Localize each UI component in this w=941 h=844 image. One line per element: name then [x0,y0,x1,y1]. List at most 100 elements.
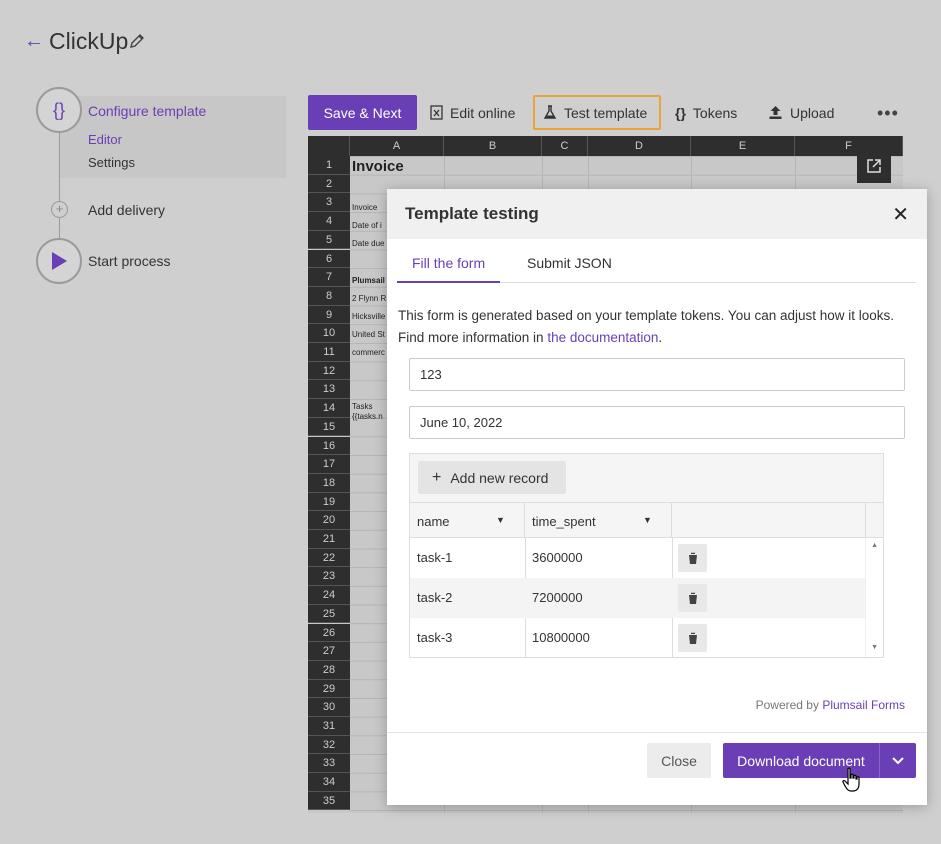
sub-item-editor[interactable]: Editor [88,132,122,147]
start-process-icon[interactable] [36,238,82,284]
number-field[interactable]: 123 [409,358,905,391]
row-number[interactable]: 15 [308,417,350,437]
close-button[interactable]: Close [647,743,711,778]
tab-fill-the-form[interactable]: Fill the form [397,239,501,283]
step-connector [59,218,60,240]
row-number[interactable]: 13 [308,380,350,400]
column-header[interactable]: C [542,136,588,156]
row-number[interactable]: 29 [308,679,350,699]
filter-icon[interactable]: ▼ [496,515,505,525]
documentation-link[interactable]: the documentation [547,330,658,345]
test-template-button[interactable]: Test template [533,95,661,130]
cell-name[interactable]: task-3 [410,618,452,658]
trash-icon[interactable] [678,584,707,612]
row-number[interactable]: 35 [308,791,350,811]
tasks-data-grid: + Add new record name ▼ time_spent ▼ tas… [409,453,884,658]
step-start-process[interactable]: Start process [88,253,170,269]
row-number[interactable]: 18 [308,473,350,493]
filter-icon[interactable]: ▼ [643,515,652,525]
add-delivery-icon[interactable]: + [51,201,68,218]
row-number[interactable]: 34 [308,773,350,792]
tab-submit-json[interactable]: Submit JSON [512,239,627,283]
sheet-cell: 2 Flynn R [352,294,387,303]
powered-by: Powered by Plumsail Forms [756,698,905,712]
row-number[interactable]: 26 [308,623,350,643]
table-row[interactable]: task-2 7200000 [410,578,866,618]
cell-name[interactable]: task-1 [410,538,452,578]
back-arrow-icon[interactable]: ← [24,30,44,53]
row-number[interactable]: 4 [308,212,350,231]
sheet-title-cell: Invoice [352,158,404,175]
column-header[interactable]: A [350,136,444,156]
row-number[interactable]: 2 [308,174,350,194]
step-configure-template[interactable]: Configure template [88,103,206,119]
grid-toolbar: + Add new record [410,454,883,503]
braces-icon: {} [675,104,686,121]
row-number[interactable]: 16 [308,436,350,456]
row-number[interactable]: 31 [308,717,350,736]
cell-time-spent[interactable]: 3600000 [525,538,583,578]
template-testing-modal: Template testing ✕ Fill the form Submit … [387,189,927,805]
row-number[interactable]: 32 [308,735,350,755]
scroll-up-icon[interactable]: ▲ [871,542,878,549]
sheet-cell: Tasks [352,402,373,411]
column-header-name[interactable]: name [410,503,525,538]
cell-time-spent[interactable]: 10800000 [525,618,590,658]
row-number[interactable]: 12 [308,361,350,381]
row-number[interactable]: 8 [308,286,350,306]
cell-name[interactable]: task-2 [410,578,452,618]
row-number[interactable]: 22 [308,548,350,568]
row-number[interactable]: 25 [308,604,350,624]
row-number[interactable]: 14 [308,399,350,418]
row-number[interactable]: 33 [308,754,350,774]
modal-tabs: Fill the form Submit JSON [397,239,916,283]
modal-title: Template testing [405,204,539,223]
trash-icon[interactable] [678,544,707,572]
row-number[interactable]: 19 [308,492,350,512]
save-next-button[interactable]: Save & Next [308,95,417,130]
row-number[interactable]: 9 [308,305,350,325]
trash-icon[interactable] [678,624,707,652]
table-row[interactable]: task-1 3600000 [410,538,866,578]
sheet-cell: Plumsail [352,276,385,285]
cell-time-spent[interactable]: 7200000 [525,578,583,618]
pencil-icon[interactable] [128,32,146,50]
grid-header: name ▼ time_spent ▼ [410,503,883,538]
upload-button[interactable]: Upload [760,95,842,130]
row-number[interactable]: 28 [308,660,350,680]
row-number[interactable]: 17 [308,455,350,474]
row-number[interactable]: 7 [308,268,350,287]
sub-item-settings[interactable]: Settings [88,155,135,170]
row-number[interactable]: 11 [308,343,350,362]
row-number[interactable]: 30 [308,698,350,717]
date-field[interactable]: June 10, 2022 [409,406,905,439]
step-add-delivery[interactable]: Add delivery [88,202,165,218]
row-number[interactable]: 23 [308,567,350,587]
table-row[interactable]: task-3 10800000 [410,618,866,658]
configure-step-icon[interactable]: {} [36,87,82,133]
column-header[interactable]: E [691,136,795,156]
row-number[interactable]: 3 [308,193,350,213]
row-number[interactable]: 20 [308,511,350,530]
edit-online-button[interactable]: Edit online [422,95,523,130]
row-number[interactable]: 1 [308,156,350,175]
excel-file-icon [430,105,443,120]
open-external-icon[interactable] [857,149,891,183]
row-number[interactable]: 24 [308,586,350,605]
row-number[interactable]: 27 [308,642,350,661]
more-options-icon[interactable]: ••• [877,103,899,124]
grid-scrollbar[interactable] [865,538,883,657]
tokens-button[interactable]: {} Tokens [667,95,745,130]
plumsail-forms-link[interactable]: Plumsail Forms [822,698,905,712]
scroll-down-icon[interactable]: ▼ [871,644,878,651]
row-number[interactable]: 5 [308,230,350,250]
row-number[interactable]: 21 [308,530,350,549]
add-new-record-button[interactable]: + Add new record [418,461,566,494]
column-header[interactable]: B [444,136,542,156]
chevron-down-icon[interactable] [879,743,916,778]
row-number[interactable]: 6 [308,249,350,269]
row-number[interactable]: 10 [308,324,350,343]
step-connector [59,132,60,202]
close-icon[interactable]: ✕ [892,202,909,227]
column-header[interactable]: D [588,136,691,156]
